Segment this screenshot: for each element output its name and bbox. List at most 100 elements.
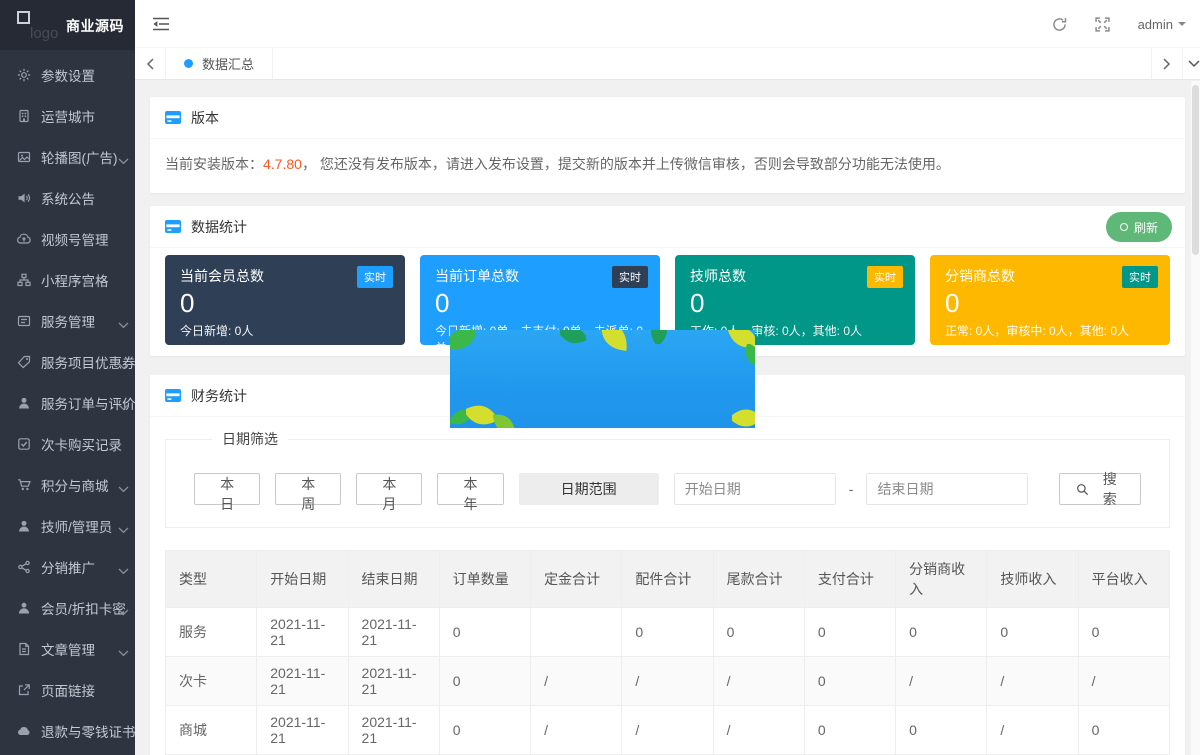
start-date-input[interactable] [674, 473, 836, 505]
stat-value: 0 [690, 289, 900, 318]
table-row-card: 次卡 2021-11-21 2021-11-21 0 / / / 0 / / / [166, 657, 1170, 706]
date-filter-fieldset: 日期筛选 本日 本周 本月 本年 日期范围 - 搜 索 [165, 429, 1170, 528]
column-header: 分销商收入 [896, 551, 987, 608]
version-message: 当前安装版本：4.7.80， 您还没有发布版本，请进入发布设置，提交新的版本并上… [150, 139, 1185, 193]
sidebar-item-service-management[interactable]: 服务管理 [0, 300, 135, 341]
scrollbar-thumb[interactable] [1192, 85, 1199, 255]
building-icon [17, 109, 31, 123]
stats-card-header: 数据统计 刷新 [150, 206, 1185, 248]
sidebar-item-points-mall[interactable]: 积分与商城 [0, 464, 135, 505]
card-title: 版本 [191, 108, 219, 128]
tabbar: 数据汇总 [135, 48, 1200, 80]
active-tab-dot [184, 59, 193, 68]
cell: 0 [804, 706, 895, 755]
realtime-badge: 实时 [1122, 266, 1158, 288]
cell: 2021-11-21 [257, 657, 348, 706]
fullscreen-icon[interactable] [1095, 17, 1110, 32]
sidebar-item-label: 积分与商城 [41, 475, 109, 495]
version-number: 4.7.80 [263, 156, 302, 172]
cell: 2021-11-21 [257, 608, 348, 657]
refresh-ring-icon [1120, 223, 1128, 231]
sidebar-item-refunds-certificates[interactable]: 退款与零钱证书 [0, 710, 135, 751]
tab-scroll-right-button[interactable] [1151, 48, 1182, 79]
sidebar-item-service-orders-reviews[interactable]: 服务订单与评价 [0, 382, 135, 423]
card-icon [165, 220, 181, 233]
sidebar-item-miniprogram-grid[interactable]: 小程序宫格 [0, 259, 135, 300]
filter-today-button[interactable]: 本日 [194, 473, 260, 505]
user-icon [17, 519, 31, 533]
table-row-service: 服务 2021-11-21 2021-11-21 0 0 0 0 0 0 0 [166, 608, 1170, 657]
cell: / [531, 657, 622, 706]
version-card: 版本 当前安装版本：4.7.80， 您还没有发布版本，请进入发布设置，提交新的版… [150, 97, 1185, 193]
cell: / [896, 657, 987, 706]
user-menu[interactable]: admin [1138, 17, 1186, 32]
filter-week-button[interactable]: 本周 [275, 473, 341, 505]
member-icon [17, 601, 31, 615]
refresh-button[interactable]: 刷新 [1106, 212, 1172, 242]
cell: / [622, 706, 713, 755]
cell: 0 [1078, 608, 1169, 657]
stat-value: 0 [945, 289, 1155, 318]
refresh-icon[interactable] [1052, 17, 1067, 32]
sidebar-item-distribution[interactable]: 分销推广 [0, 546, 135, 587]
stat-box-distributors: 分销商总数 实时 0 正常: 0人，审核中: 0人，其他: 0人 [930, 255, 1170, 345]
sidebar-item-article-management[interactable]: 文章管理 [0, 628, 135, 669]
date-filter-legend: 日期筛选 [212, 429, 288, 449]
logo-area: logo 商业源码 [0, 0, 135, 50]
cell: 0 [439, 706, 530, 755]
logo-alt-text: logo [30, 25, 58, 42]
tab-label: 数据汇总 [202, 54, 254, 73]
menu-collapse-icon[interactable] [153, 17, 169, 36]
doc-icon [17, 642, 31, 656]
search-label: 搜 索 [1095, 469, 1124, 509]
sidebar-item-members-discount-cards[interactable]: 会员/折扣卡密 [0, 587, 135, 628]
sidebar-item-label: 技师/管理员 [41, 516, 112, 536]
sidebar-item-system-announcements[interactable]: 系统公告 [0, 177, 135, 218]
form-icon [17, 314, 31, 328]
cell: / [622, 657, 713, 706]
version-note: ， 您还没有发布版本，请进入发布设置，提交新的版本并上传微信审核，否则会导致部分… [302, 156, 950, 172]
sidebar-item-label: 文章管理 [41, 639, 95, 659]
sidebar-item-service-coupons[interactable]: 服务项目优惠券 [0, 341, 135, 382]
card-title: 财务统计 [191, 386, 247, 406]
column-header: 尾款合计 [713, 551, 804, 608]
sidebar-item-page-links[interactable]: 页面链接 [0, 669, 135, 710]
chevron-down-icon [118, 317, 129, 332]
end-date-input[interactable] [866, 473, 1028, 505]
date-range-button[interactable]: 日期范围 [519, 473, 659, 505]
sidebar-item-carousel-ads[interactable]: 轮播图(广告) [0, 136, 135, 177]
column-header: 平台收入 [1078, 551, 1169, 608]
username-text: admin [1138, 17, 1173, 32]
tab-data-summary[interactable]: 数据汇总 [166, 48, 273, 79]
sidebar-item-card-purchase-records[interactable]: 次卡购买记录 [0, 423, 135, 464]
chevron-down-icon [118, 399, 129, 414]
column-header: 支付合计 [804, 551, 895, 608]
column-header: 订单数量 [439, 551, 530, 608]
sidebar-menu: 参数设置 运营城市 轮播图(广告) 系统公告 视频号管理 小程 [0, 50, 135, 751]
sidebar-item-label: 小程序宫格 [41, 270, 109, 290]
filter-year-button[interactable]: 本年 [437, 473, 503, 505]
column-header: 定金合计 [531, 551, 622, 608]
cell: 0 [713, 608, 804, 657]
tab-menu-button[interactable] [1182, 48, 1200, 79]
promo-banner-image [450, 330, 755, 428]
sidebar-item-label: 退款与零钱证书 [41, 721, 136, 741]
table-header-row: 类型 开始日期 结束日期 订单数量 定金合计 配件合计 尾款合计 支付合计 分销… [166, 551, 1170, 608]
sidebar-item-operating-cities[interactable]: 运营城市 [0, 95, 135, 136]
sidebar-item-label: 会员/折扣卡密 [41, 598, 126, 618]
sidebar-item-parameter-settings[interactable]: 参数设置 [0, 54, 135, 95]
tab-scroll-left-button[interactable] [135, 48, 166, 79]
cell: 次卡 [166, 657, 257, 706]
video-upload-icon [17, 232, 31, 246]
cell: 0 [439, 608, 530, 657]
cell: 0 [896, 608, 987, 657]
search-icon [1076, 483, 1089, 496]
filter-month-button[interactable]: 本月 [356, 473, 422, 505]
cell: / [713, 657, 804, 706]
column-header: 结束日期 [348, 551, 439, 608]
sidebar-item-technicians-admins[interactable]: 技师/管理员 [0, 505, 135, 546]
sidebar-item-label: 系统公告 [41, 188, 95, 208]
search-button[interactable]: 搜 索 [1059, 473, 1141, 505]
sidebar-item-video-account[interactable]: 视频号管理 [0, 218, 135, 259]
cell: 0 [622, 608, 713, 657]
